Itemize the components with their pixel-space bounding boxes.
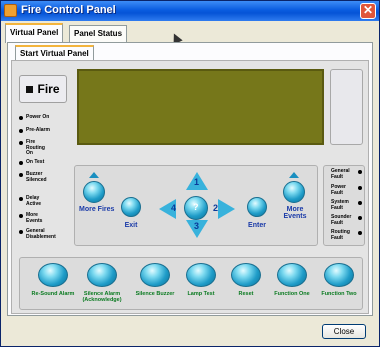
indicator-delay-active: Delay Active bbox=[19, 195, 52, 207]
fire-control-window: Fire Control Panel ✕ Virtual Panel Panel… bbox=[0, 0, 380, 347]
indicator-sounder-fault: Sounder Fault bbox=[331, 214, 362, 226]
indicator-buzzer-silenced: Buzzer Silenced bbox=[19, 171, 52, 183]
window-title: Fire Control Panel bbox=[21, 4, 116, 16]
more-fires-label: More Fires bbox=[79, 206, 115, 213]
indicator-pre-alarm: Pre-Alarm bbox=[19, 127, 50, 134]
led-icon bbox=[19, 129, 23, 133]
title-bar[interactable]: Fire Control Panel ✕ bbox=[1, 1, 379, 21]
indicator-general-disablement: General Disablement bbox=[19, 228, 66, 240]
fire-button[interactable]: Fire bbox=[19, 75, 67, 103]
led-icon bbox=[358, 216, 362, 220]
left-number: 4 bbox=[171, 203, 177, 213]
exit-label: Exit bbox=[124, 222, 138, 229]
led-icon bbox=[19, 161, 23, 165]
led-icon bbox=[19, 173, 23, 177]
led-icon bbox=[19, 230, 23, 234]
indicator-power-fault: Power Fault bbox=[331, 184, 362, 196]
more-events-up-arrow-icon bbox=[289, 172, 299, 178]
more-fires-button[interactable] bbox=[83, 181, 105, 203]
indicator-fire-routing-on: Fire Routing On bbox=[19, 139, 52, 157]
more-events-button[interactable] bbox=[283, 181, 305, 203]
tab-virtual-panel[interactable]: Virtual Panel bbox=[5, 23, 64, 43]
enter-button[interactable] bbox=[247, 197, 267, 217]
led-icon bbox=[358, 170, 362, 174]
indicator-on-test: On Test bbox=[19, 159, 44, 166]
down-number: 3 bbox=[194, 221, 200, 231]
lamp-test-label: Lamp Test bbox=[187, 291, 215, 297]
led-icon bbox=[19, 214, 23, 218]
window-close-button[interactable]: ✕ bbox=[360, 3, 376, 19]
led-icon bbox=[358, 186, 362, 190]
tab-panel-status[interactable]: Panel Status bbox=[69, 25, 128, 42]
led-icon bbox=[19, 197, 23, 201]
indicator-general-fault: General Fault bbox=[331, 168, 362, 180]
close-button[interactable]: Close bbox=[322, 324, 366, 339]
indicator-system-fault: System Fault bbox=[331, 199, 362, 211]
more-events-label: More Events bbox=[283, 206, 307, 220]
indicator-power-on: Power On bbox=[19, 114, 49, 121]
more-fires-up-arrow-icon bbox=[89, 172, 99, 178]
silence-buzzer-button[interactable] bbox=[140, 263, 170, 287]
indicator-more-events: More Events bbox=[19, 212, 52, 224]
lamp-test-button[interactable] bbox=[186, 263, 216, 287]
silence-buzzer-label: Silence Buzzer bbox=[135, 291, 175, 297]
led-icon bbox=[19, 116, 23, 120]
fire-button-label: Fire bbox=[37, 82, 60, 96]
silence-alarm-label: Silence Alarm (Acknowledge) bbox=[82, 291, 122, 303]
right-arrow-button[interactable] bbox=[218, 199, 235, 219]
help-question-icon: ? bbox=[193, 202, 199, 212]
fire-square-icon bbox=[26, 85, 34, 93]
function-two-button[interactable] bbox=[324, 263, 354, 287]
lcd-display bbox=[77, 69, 324, 145]
re-sound-alarm-label: Re-Sound Alarm bbox=[31, 291, 75, 297]
re-sound-alarm-button[interactable] bbox=[38, 263, 68, 287]
reset-label: Reset bbox=[238, 291, 254, 297]
function-two-label: Function Two bbox=[321, 291, 357, 297]
tab-start-virtual-panel[interactable]: Start Virtual Panel bbox=[15, 45, 94, 61]
led-icon bbox=[19, 141, 23, 145]
enter-label: Enter bbox=[248, 222, 266, 229]
led-icon bbox=[358, 231, 362, 235]
reset-button[interactable] bbox=[231, 263, 261, 287]
led-icon bbox=[358, 201, 362, 205]
silence-alarm-button[interactable] bbox=[87, 263, 117, 287]
exit-button[interactable] bbox=[121, 197, 141, 217]
function-one-label: Function One bbox=[274, 291, 310, 297]
up-number: 1 bbox=[194, 177, 200, 187]
app-icon bbox=[4, 4, 17, 17]
function-one-button[interactable] bbox=[277, 263, 307, 287]
indicator-routing-fault: Routing Fault bbox=[331, 229, 362, 241]
right-number: 2 bbox=[213, 203, 219, 213]
side-display-box bbox=[330, 69, 363, 145]
